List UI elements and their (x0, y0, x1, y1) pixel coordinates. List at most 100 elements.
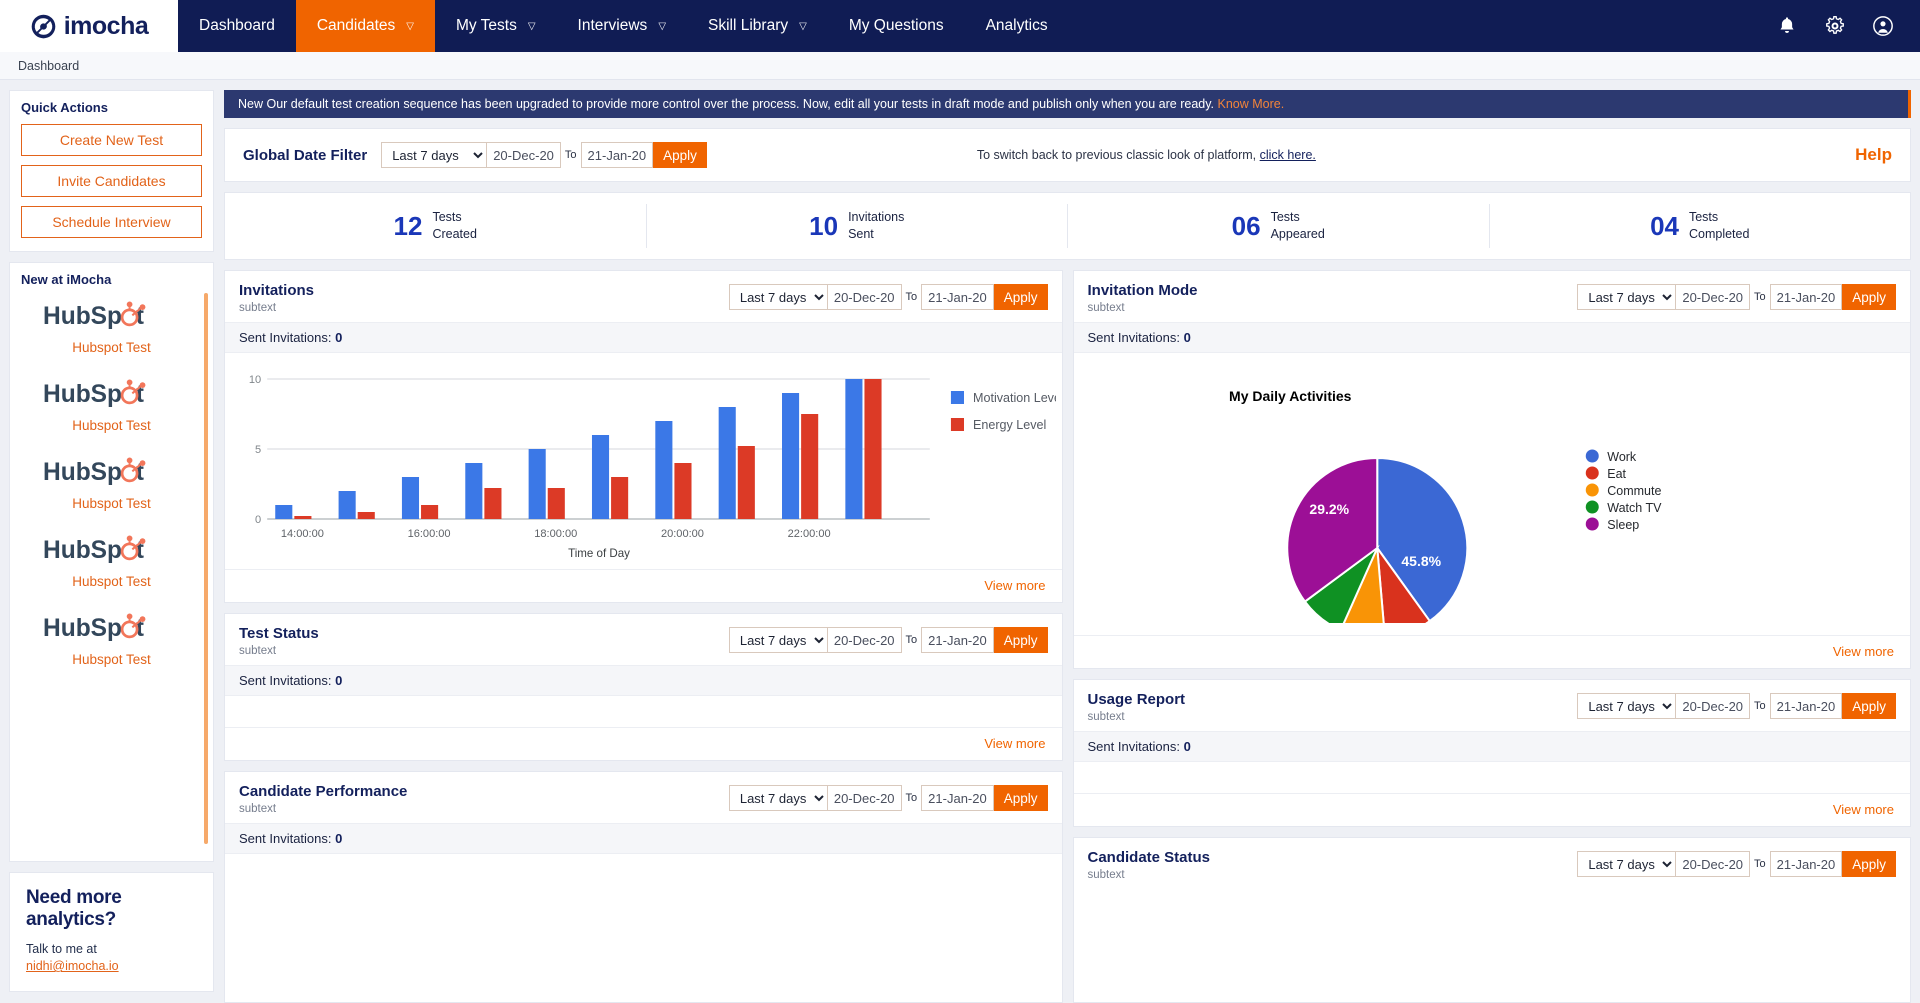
panel-subtext: subtext (1088, 869, 1211, 881)
pie-slice-label-work: 45.8% (1401, 553, 1441, 569)
view-more-link[interactable]: View more (984, 578, 1045, 593)
strip-label: Sent Invitations: (239, 673, 332, 688)
panel-date-from-input[interactable]: 20-Dec-20 (827, 785, 902, 811)
promo-label[interactable]: Hubspot Test (10, 418, 213, 433)
promo-label[interactable]: Hubspot Test (10, 574, 213, 589)
user-avatar-icon[interactable] (1872, 15, 1894, 37)
nav-item-candidates[interactable]: Candidates ▽ (296, 0, 435, 52)
promo-label[interactable]: Hubspot Test (10, 340, 213, 355)
invitation-mode-pie-chart[interactable]: My Daily Activities (1074, 353, 1911, 635)
panel-subtext: subtext (1088, 711, 1186, 723)
panel-apply-button[interactable]: Apply (994, 785, 1048, 811)
nav-item-my-tests[interactable]: My Tests ▽ (435, 0, 557, 52)
panel-date-from-input[interactable]: 20-Dec-20 (1675, 284, 1750, 310)
create-new-test-button[interactable]: Create New Test (21, 124, 202, 156)
kpi-tests-completed[interactable]: 04 TestsCompleted (1490, 204, 1911, 248)
global-date-to-input[interactable]: 21-Jan-20 (581, 142, 654, 168)
bell-icon[interactable] (1776, 15, 1798, 37)
panel-date-to-input[interactable]: 21-Jan-20 (1770, 693, 1843, 719)
promo-item[interactable]: HubSp t Hubspot Test (10, 365, 213, 443)
new-at-imocha-scroll-area[interactable]: HubSp t Hubspot Test HubSp t (10, 287, 213, 852)
kpi-invitations-sent[interactable]: 10 InvitationsSent (647, 204, 1069, 248)
date-separator-label: To (1750, 284, 1770, 310)
new-at-imocha-card: New at iMocha HubSp t Hubspot Test (9, 262, 214, 862)
help-button[interactable]: Help (1855, 145, 1892, 165)
promo-item[interactable]: HubSp t Hubspot Test (10, 443, 213, 521)
panel-date-to-input[interactable]: 21-Jan-20 (1770, 284, 1843, 310)
imocha-logo-text: imocha (64, 12, 149, 41)
panel-date-to-input[interactable]: 21-Jan-20 (1770, 851, 1843, 877)
gear-icon[interactable] (1824, 15, 1846, 37)
date-separator-label: To (902, 627, 922, 653)
nav-item-skill-library[interactable]: Skill Library ▽ (687, 0, 828, 52)
panel-date-from-input[interactable]: 20-Dec-20 (1675, 851, 1750, 877)
promo-label[interactable]: Hubspot Test (10, 496, 213, 511)
know-more-link[interactable]: Know More. (1218, 97, 1285, 111)
panel-date-to-input[interactable]: 21-Jan-20 (921, 785, 994, 811)
panel-date-to-input[interactable]: 21-Jan-20 (921, 284, 994, 310)
contact-email-link[interactable]: nidhi@imocha.io (26, 959, 197, 973)
panel-apply-button[interactable]: Apply (1842, 693, 1896, 719)
right-column: Invitation Mode subtext Last 7 days 20-D… (1073, 270, 1912, 1003)
panel-range-select[interactable]: Last 7 days (1577, 284, 1675, 310)
sidebar: Quick Actions Create New Test Invite Can… (9, 90, 214, 1003)
panel-apply-button[interactable]: Apply (994, 284, 1048, 310)
view-more-link[interactable]: View more (1833, 644, 1894, 659)
panel-subtext: subtext (1088, 302, 1198, 314)
hubspot-logo-icon: HubSp t (43, 457, 179, 487)
global-date-from-input[interactable]: 20-Dec-20 (486, 142, 561, 168)
panel-range-select[interactable]: Last 7 days (1577, 693, 1675, 719)
global-range-select[interactable]: Last 7 days Last 30 days Last 90 days Cu… (381, 142, 486, 168)
panel-header: Candidate Performance subtext Last 7 day… (225, 772, 1062, 823)
strip-value: 0 (335, 673, 342, 688)
global-apply-button[interactable]: Apply (653, 142, 707, 168)
scrollbar-thumb[interactable] (204, 293, 208, 844)
panel-date-from-input[interactable]: 20-Dec-20 (1675, 693, 1750, 719)
panel-header: Usage Report subtext Last 7 days 20-Dec-… (1074, 680, 1911, 731)
invitations-bar-chart[interactable]: 10 5 0 (225, 353, 1062, 569)
promo-item[interactable]: HubSp t Hubspot Test (10, 521, 213, 599)
kpi-tests-appeared[interactable]: 06 TestsAppeared (1068, 204, 1490, 248)
panel-range-select[interactable]: Last 7 days (729, 627, 827, 653)
panel-range-select[interactable]: Last 7 days (729, 284, 827, 310)
panel-test-status: Test Status subtext Last 7 days 20-Dec-2… (224, 613, 1063, 761)
global-date-filter-label: Global Date Filter (243, 147, 367, 164)
schedule-interview-button[interactable]: Schedule Interview (21, 206, 202, 238)
nav-item-interviews[interactable]: Interviews ▽ (557, 0, 687, 52)
panel-range-select[interactable]: Last 7 days (729, 785, 827, 811)
nav-item-analytics[interactable]: Analytics (965, 0, 1069, 52)
top-navigation-bar: imocha Dashboard Candidates ▽ My Tests ▽… (0, 0, 1920, 52)
panel-apply-button[interactable]: Apply (994, 627, 1048, 653)
classic-look-label: To switch back to previous classic look … (977, 148, 1256, 162)
promo-label[interactable]: Hubspot Test (10, 652, 213, 667)
nav-item-my-questions[interactable]: My Questions (828, 0, 965, 52)
view-more-link[interactable]: View more (1833, 802, 1894, 817)
svg-text:Motivation Level: Motivation Level (973, 391, 1055, 405)
strip-label: Sent Invitations: (1088, 330, 1181, 345)
kpi-value: 10 (809, 211, 838, 242)
panel-footer: View more (1074, 635, 1911, 668)
promo-item[interactable]: HubSp t Hubspot Test (10, 599, 213, 677)
svg-text:HubSp: HubSp (43, 381, 122, 408)
panel-apply-button[interactable]: Apply (1842, 284, 1896, 310)
panel-date-from-input[interactable]: 20-Dec-20 (827, 627, 902, 653)
view-more-link[interactable]: View more (984, 736, 1045, 751)
promo-item[interactable]: HubSp t Hubspot Test (10, 287, 213, 365)
panel-date-from-input[interactable]: 20-Dec-20 (827, 284, 902, 310)
nav-item-dashboard[interactable]: Dashboard (178, 0, 296, 52)
kpi-tests-created[interactable]: 12 TestsCreated (225, 204, 647, 248)
invite-candidates-button[interactable]: Invite Candidates (21, 165, 202, 197)
imocha-logo[interactable]: imocha (0, 0, 178, 52)
nav-actions (1776, 0, 1920, 52)
breadcrumb-item-dashboard[interactable]: Dashboard (18, 59, 79, 73)
sent-invitations-strip: Sent Invitations: 0 (1074, 731, 1911, 762)
nav-item-label: Interviews (578, 17, 648, 35)
panel-range-select[interactable]: Last 7 days (1577, 851, 1675, 877)
kpi-label: TestsCreated (432, 209, 476, 243)
panel-date-to-input[interactable]: 21-Jan-20 (921, 627, 994, 653)
kpi-label: TestsAppeared (1271, 209, 1325, 243)
announcement-text: New Our default test creation sequence h… (238, 97, 1214, 111)
panel-apply-button[interactable]: Apply (1842, 851, 1896, 877)
panel-empty-body (1074, 762, 1911, 793)
click-here-link[interactable]: click here. (1260, 148, 1316, 162)
